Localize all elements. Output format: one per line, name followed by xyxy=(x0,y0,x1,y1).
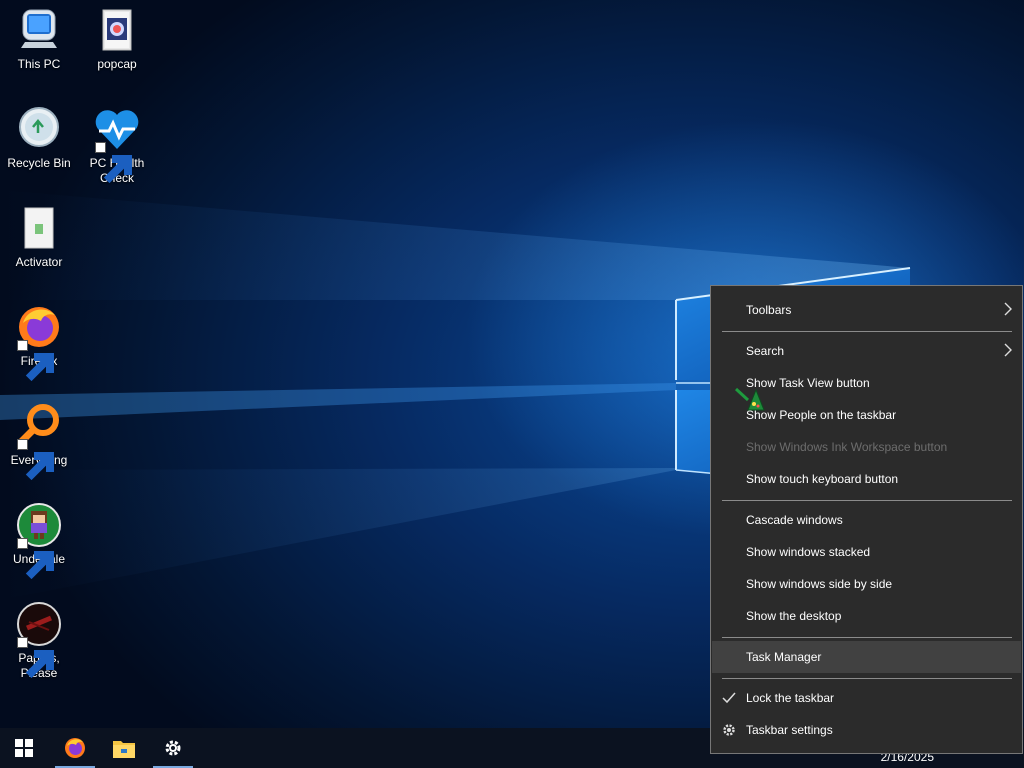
desktop-icon-activator[interactable]: Activator xyxy=(0,204,78,270)
desktop-icon-popcap[interactable]: popcap xyxy=(78,6,156,72)
desktop-icon-firefox[interactable]: Firefox xyxy=(0,303,78,382)
file-explorer-icon xyxy=(113,741,135,758)
menu-item-label: Taskbar settings xyxy=(746,723,833,737)
menu-separator xyxy=(722,500,1012,501)
papers-please-icon xyxy=(15,600,63,679)
desktop-icon-this-pc[interactable]: This PC xyxy=(0,6,78,72)
menu-item-search[interactable]: Search xyxy=(712,335,1021,367)
desktop-icon-everything[interactable]: Everything xyxy=(0,402,78,481)
menu-item-task-manager[interactable]: Task Manager xyxy=(712,641,1021,673)
shortcut-arrow-icon xyxy=(17,538,54,580)
menu-item-show-windows-ink: Show Windows Ink Workspace button xyxy=(712,431,1021,463)
menu-item-label: Show touch keyboard button xyxy=(746,472,899,486)
menu-item-show-windows-side-by-side[interactable]: Show windows side by side xyxy=(712,568,1021,600)
firefox-icon xyxy=(65,738,85,758)
settings-gear-icon xyxy=(165,740,181,756)
mouse-cursor-icon xyxy=(734,387,765,411)
menu-separator xyxy=(722,637,1012,638)
chevron-right-icon xyxy=(1004,343,1012,357)
menu-item-label: Show windows stacked xyxy=(746,545,871,559)
shortcut-arrow-icon xyxy=(17,340,54,382)
menu-separator xyxy=(722,678,1012,679)
firefox-icon xyxy=(15,303,63,382)
folder-icon xyxy=(93,6,141,54)
this-pc-icon xyxy=(15,6,63,54)
menu-item-lock-the-taskbar[interactable]: Lock the taskbar xyxy=(712,682,1021,714)
shortcut-arrow-icon xyxy=(17,439,54,481)
chevron-right-icon xyxy=(1004,302,1012,316)
menu-item-label: Show Windows Ink Workspace button xyxy=(746,440,948,454)
menu-item-show-windows-stacked[interactable]: Show windows stacked xyxy=(712,536,1021,568)
icon-label: Activator xyxy=(15,255,63,269)
checkmark-icon xyxy=(722,692,736,704)
taskbar-firefox-button[interactable] xyxy=(55,728,95,768)
menu-item-label: Toolbars xyxy=(746,303,792,317)
gear-icon xyxy=(723,724,735,736)
desktop-icon-papers-please[interactable]: Papers, Please xyxy=(0,600,78,681)
icon-label: This PC xyxy=(17,57,61,71)
menu-item-label: Show the desktop xyxy=(746,609,842,623)
document-icon xyxy=(15,204,63,252)
menu-item-label: Task Manager xyxy=(746,650,822,664)
menu-item-taskbar-settings[interactable]: Taskbar settings xyxy=(712,714,1021,746)
shortcut-arrow-icon xyxy=(95,142,132,184)
menu-item-label: Lock the taskbar xyxy=(746,691,835,705)
shortcut-arrow-icon xyxy=(17,637,54,679)
menu-separator xyxy=(722,331,1012,332)
start-icon xyxy=(15,739,33,757)
menu-item-cascade-windows[interactable]: Cascade windows xyxy=(712,504,1021,536)
desktop-icon-undertale[interactable]: Undertale xyxy=(0,501,78,580)
start-button[interactable] xyxy=(4,728,44,768)
recycle-bin-icon xyxy=(15,105,63,153)
icon-label: Recycle Bin xyxy=(7,156,71,170)
undertale-icon xyxy=(15,501,63,580)
taskbar-context-menu: Toolbars Search Show Task View button Sh… xyxy=(710,285,1023,754)
menu-item-toolbars[interactable]: Toolbars xyxy=(712,294,1021,326)
everything-search-icon xyxy=(15,402,63,481)
menu-item-label: Show windows side by side xyxy=(746,577,893,591)
desktop-icon-pc-health-check[interactable]: PC Health Check xyxy=(78,105,156,186)
icon-label: popcap xyxy=(97,57,137,71)
taskbar-file-explorer-button[interactable] xyxy=(104,728,144,768)
menu-item-label: Search xyxy=(746,344,785,358)
taskbar-settings-button[interactable] xyxy=(153,728,193,768)
menu-item-show-the-desktop[interactable]: Show the desktop xyxy=(712,600,1021,632)
menu-item-show-touch-keyboard[interactable]: Show touch keyboard button xyxy=(712,463,1021,495)
menu-item-label: Cascade windows xyxy=(746,513,843,527)
pc-health-check-icon xyxy=(93,105,141,184)
desktop-icon-recycle-bin[interactable]: Recycle Bin xyxy=(0,105,78,171)
